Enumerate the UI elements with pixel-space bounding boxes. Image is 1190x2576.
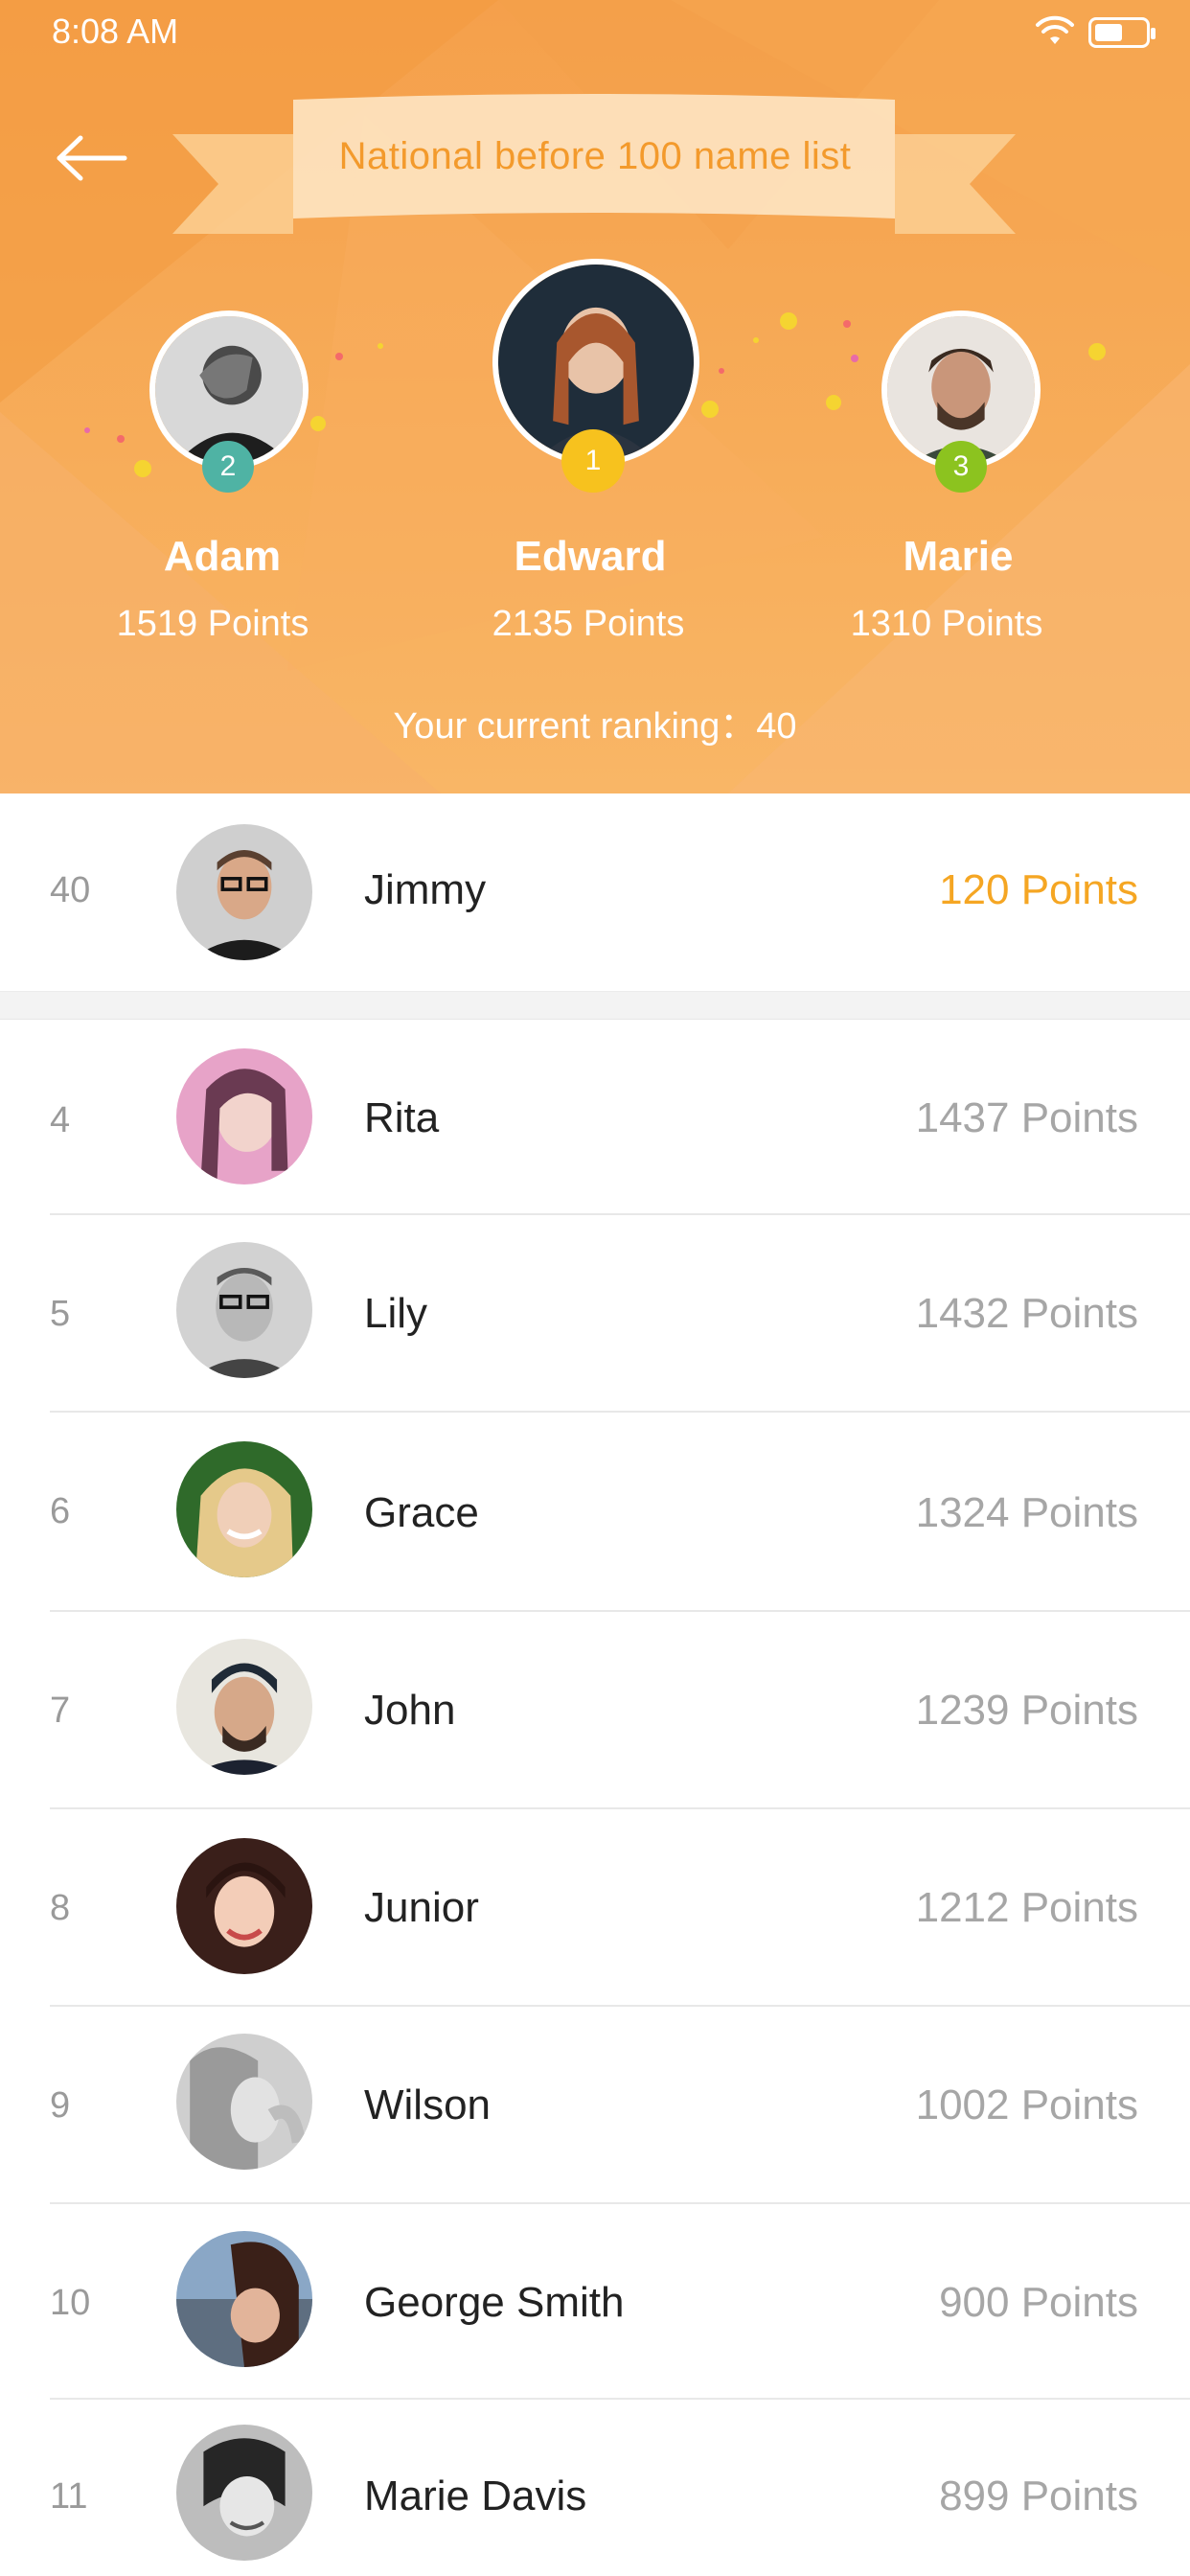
rank-badge: 3 — [935, 441, 987, 493]
row-points: 1212 Points — [915, 1884, 1138, 1931]
battery-icon — [1088, 17, 1156, 48]
confetti-dot — [780, 312, 797, 330]
row-points: 1437 Points — [915, 1094, 1138, 1141]
avatar — [176, 2034, 312, 2170]
list-item[interactable]: 7 John 1239 Points — [0, 1612, 1190, 1809]
rank-badge: 1 — [561, 429, 625, 493]
row-name: Rita — [364, 1094, 440, 1141]
avatar — [176, 1242, 312, 1378]
row-points: 1324 Points — [915, 1489, 1138, 1536]
row-rank: 9 — [50, 2085, 71, 2126]
row-points: 1239 Points — [915, 1687, 1138, 1734]
confetti-dot — [826, 395, 841, 410]
row-points: 1432 Points — [915, 1290, 1138, 1337]
page-title: National before 100 name list — [338, 134, 852, 177]
list-item[interactable]: 11 Marie Davis 899 Points — [0, 2400, 1190, 2576]
confetti-dot — [378, 343, 383, 349]
current-ranking: Your current ranking：40 — [0, 696, 1190, 748]
podium-name: Marie — [903, 533, 1014, 580]
row-rank: 5 — [50, 1294, 71, 1334]
podium-name: Edward — [514, 533, 667, 580]
confetti-dot — [851, 355, 858, 362]
podium-points: 1310 Points — [850, 604, 1043, 644]
row-rank: 10 — [50, 2283, 91, 2323]
row-rank: 4 — [50, 1100, 71, 1140]
my-ranking-row[interactable]: 40 Jimmy 120 Points — [0, 794, 1190, 991]
row-points: 1002 Points — [915, 2082, 1138, 2128]
podium-name: Adam — [163, 533, 282, 580]
list-item[interactable]: 10 George Smith 900 Points — [0, 2204, 1190, 2400]
avatar — [176, 1441, 312, 1577]
confetti-dot — [843, 320, 851, 328]
row-name: Jimmy — [364, 866, 487, 913]
leaderboard-header: 8:08 AM National before 100 name list 2 … — [0, 0, 1190, 794]
row-name: George Smith — [364, 2279, 625, 2326]
confetti-dot — [335, 353, 343, 360]
row-rank: 8 — [50, 1888, 71, 1928]
avatar — [176, 2231, 312, 2367]
confetti-dot — [117, 435, 125, 443]
row-name: Grace — [364, 1489, 479, 1536]
row-points: 120 Points — [939, 866, 1138, 913]
status-bar: 8:08 AM — [0, 0, 1190, 67]
confetti-dot — [84, 427, 90, 433]
current-ranking-label: Your current ranking： — [393, 706, 757, 747]
row-name: Wilson — [364, 2082, 492, 2128]
confetti-dot — [134, 460, 151, 477]
rank-badge: 2 — [202, 441, 254, 493]
list-item[interactable]: 9 Wilson 1002 Points — [0, 2007, 1190, 2204]
row-name: Marie Davis — [364, 2472, 587, 2519]
row-points: 899 Points — [939, 2472, 1138, 2519]
row-rank: 40 — [50, 870, 91, 910]
avatar — [176, 2425, 312, 2561]
list-item[interactable]: 6 Grace 1324 Points — [0, 1413, 1190, 1612]
row-name: Lily — [364, 1290, 428, 1337]
row-rank: 7 — [50, 1690, 71, 1731]
avatar — [176, 1838, 312, 1974]
confetti-dot — [701, 401, 719, 418]
confetti-dot — [719, 368, 724, 374]
avatar — [176, 1048, 312, 1184]
list-item[interactable]: 5 Lily 1432 Points — [0, 1215, 1190, 1413]
row-name: Junior — [364, 1884, 479, 1931]
wifi-icon — [1036, 15, 1074, 44]
podium-points: 1519 Points — [116, 604, 309, 644]
row-rank: 6 — [50, 1491, 71, 1531]
avatar — [176, 824, 312, 960]
confetti-dot — [1088, 343, 1106, 360]
confetti-dot — [310, 416, 326, 431]
section-divider — [0, 991, 1190, 1020]
row-points: 900 Points — [939, 2279, 1138, 2326]
confetti-dot — [753, 337, 759, 343]
list-item[interactable]: 8 Junior 1212 Points — [0, 1809, 1190, 2007]
row-name: John — [364, 1687, 456, 1734]
avatar — [176, 1639, 312, 1775]
status-time: 8:08 AM — [52, 12, 179, 51]
row-rank: 11 — [50, 2476, 88, 2517]
podium-points: 2135 Points — [492, 604, 685, 644]
back-arrow-icon[interactable] — [56, 134, 128, 182]
list-item[interactable]: 4 Rita 1437 Points — [0, 1020, 1190, 1215]
current-ranking-value: 40 — [756, 706, 797, 747]
